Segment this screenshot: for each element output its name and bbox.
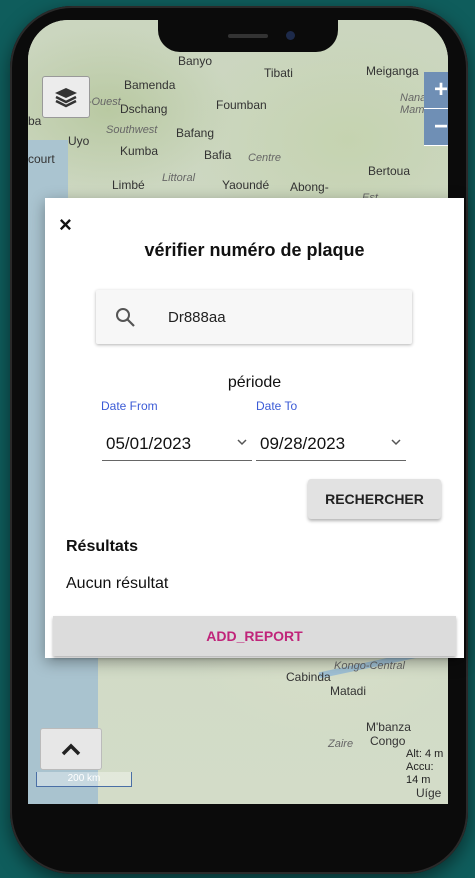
map-scale: 200 km	[36, 772, 132, 787]
map-label: court	[28, 152, 55, 166]
map-label: Yaoundé	[222, 178, 270, 192]
map-label: Abong-	[290, 180, 329, 194]
map-label: ba	[28, 114, 42, 128]
search-icon	[116, 308, 135, 327]
map-label: Tibati	[264, 66, 293, 80]
speaker	[228, 34, 268, 38]
chevron-up-icon	[61, 743, 81, 756]
map-label: Centre	[248, 152, 282, 164]
date-from-label: Date From	[101, 399, 158, 413]
map-label: Dschang	[120, 102, 168, 116]
map-label: Cabinda	[286, 670, 331, 684]
altitude-text: Alt: 4 m	[406, 748, 444, 760]
map-label: Meiganga	[366, 64, 419, 78]
camera	[286, 31, 295, 40]
layers-icon	[55, 88, 77, 108]
date-from-select[interactable]: 05/01/2023	[102, 430, 252, 461]
zoom-in-button[interactable]: +	[424, 72, 448, 109]
map-label: Kumba	[120, 144, 159, 158]
map-label: Limbé	[112, 178, 145, 192]
map-label: Bafia	[204, 148, 232, 162]
map-label: Uyo	[68, 134, 90, 148]
map-label: Congo	[370, 734, 406, 748]
map-label: Foumban	[216, 98, 267, 112]
plate-search-input[interactable]	[168, 306, 398, 328]
plate-search-box	[96, 290, 412, 344]
date-to-value: 09/28/2023	[260, 434, 346, 453]
search-button[interactable]: RECHERCHER	[308, 479, 441, 519]
map-label: Littoral	[162, 172, 196, 184]
accuracy-text: Accu: 14 m	[406, 761, 434, 786]
zoom-out-button[interactable]: −	[424, 109, 448, 146]
date-from-value: 05/01/2023	[106, 434, 192, 453]
map-label: Matadi	[330, 684, 367, 698]
expand-up-button[interactable]	[40, 728, 102, 770]
map-label: Bamenda	[124, 78, 176, 92]
chevron-down-icon	[237, 439, 247, 446]
results-empty-text: Aucun résultat	[66, 575, 169, 592]
map-label: Kongo-Central	[334, 660, 405, 672]
date-to-label: Date To	[256, 399, 298, 413]
phone-notch	[158, 20, 338, 52]
map-label: Zaire	[328, 738, 354, 750]
gps-readout: Alt: 4 m Accu: 14 m	[406, 748, 448, 787]
chevron-down-icon	[391, 439, 401, 446]
add-report-button[interactable]: ADD_REPORT	[53, 616, 456, 656]
date-to-select[interactable]: 09/28/2023	[256, 430, 406, 461]
map-label: M'banza	[366, 720, 411, 734]
map-label: Bafang	[176, 126, 215, 140]
phone-bottom-bezel	[28, 804, 448, 848]
map-label: Southwest	[106, 124, 158, 136]
map-label: Bertoua	[368, 164, 411, 178]
layers-button[interactable]	[42, 76, 90, 118]
map-label: Banyo	[178, 54, 213, 68]
dialog-title: vérifier numéro de plaque	[144, 240, 365, 260]
close-icon[interactable]: ×	[59, 214, 72, 236]
zoom-control: + −	[424, 72, 448, 146]
results-heading: Résultats	[66, 538, 139, 555]
period-label: période	[227, 374, 282, 391]
map-label: Uíge	[416, 786, 442, 800]
plate-check-dialog: × vérifier numéro de plaque période Date…	[45, 198, 464, 658]
